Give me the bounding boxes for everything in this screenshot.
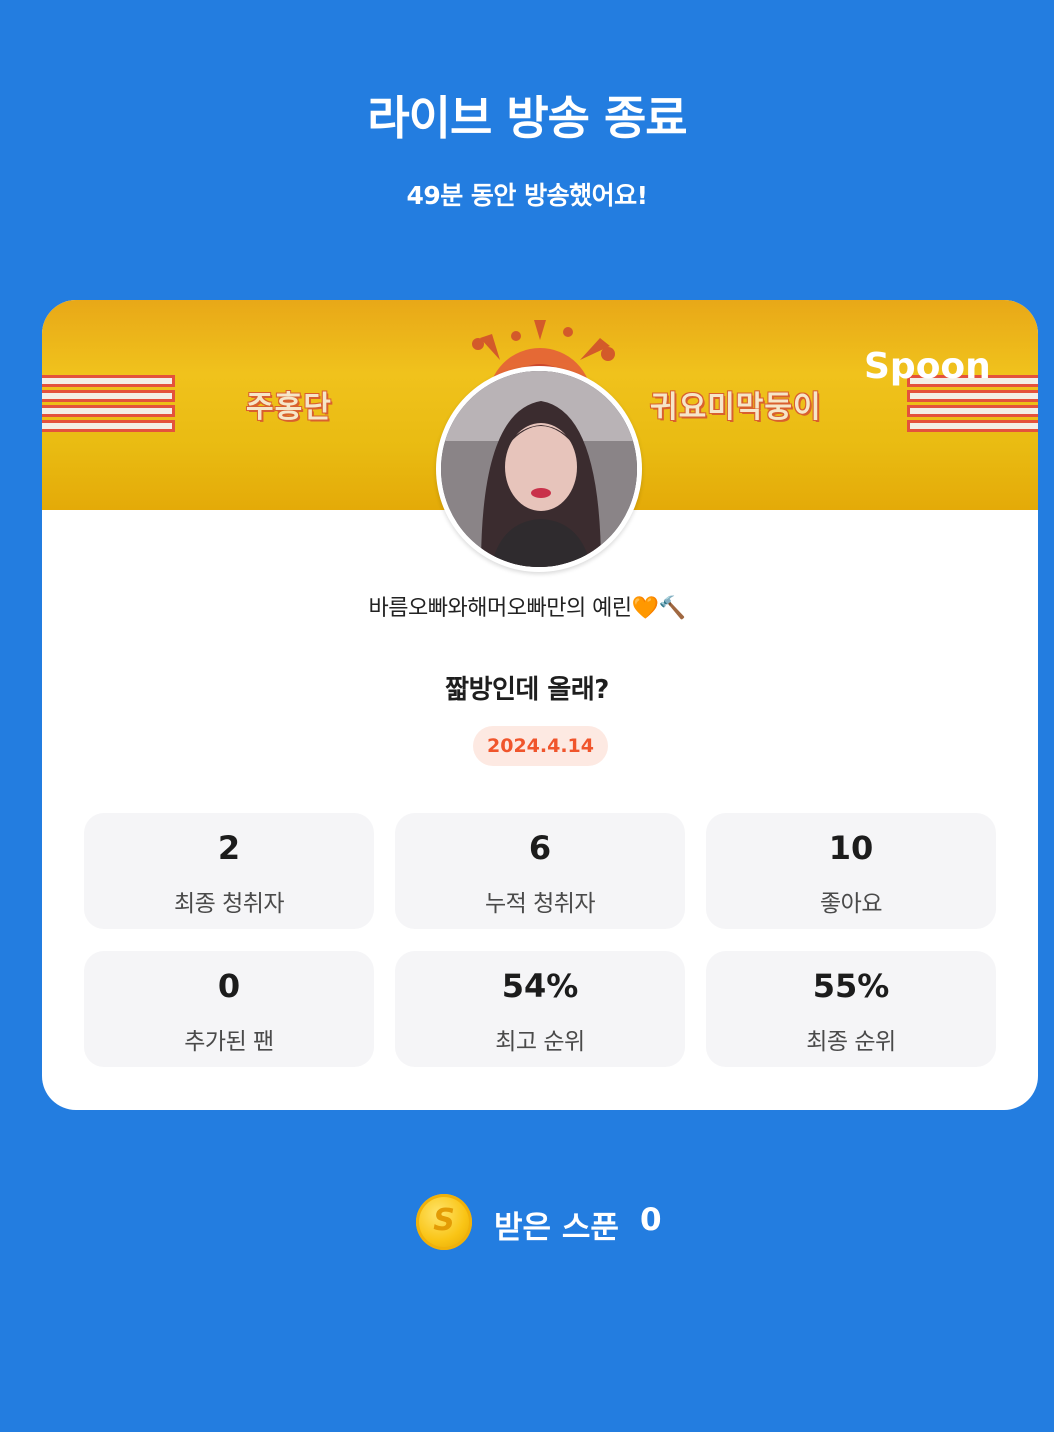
avatar-photo	[441, 371, 637, 567]
broadcast-title: 짧방인데 올래?	[445, 675, 609, 705]
date-badge: 2024.4.14	[473, 726, 608, 766]
stat-label: 최고 순위	[495, 1029, 585, 1055]
stat-final-listeners: 2 최종 청취자	[84, 813, 374, 929]
stat-value: 54%	[501, 967, 579, 1005]
avatar	[436, 366, 642, 572]
received-spoons-value: 0	[640, 1202, 662, 1238]
stat-likes: 10 좋아요	[706, 813, 996, 929]
stat-label: 누적 청취자	[484, 891, 596, 917]
stat-value: 10	[828, 829, 874, 867]
stat-value: 6	[528, 829, 552, 867]
stat-new-fans: 0 추가된 팬	[84, 951, 374, 1067]
person-silhouette-icon	[441, 371, 637, 567]
broadcast-end-screen: 라이브 방송 종료 49분 동안 방송했어요! 주홍단 귀요미막둥이 Spoon…	[0, 0, 1054, 1432]
stat-value: 55%	[812, 967, 890, 1005]
stat-label: 좋아요	[820, 891, 882, 917]
stat-label: 최종 청취자	[173, 891, 285, 917]
stat-total-listeners: 6 누적 청취자	[395, 813, 685, 929]
banner-text-left: 주홍단	[246, 390, 332, 425]
page-title: 라이브 방송 종료	[367, 91, 687, 145]
stat-label: 최종 순위	[806, 1029, 896, 1055]
banner-text-right: 귀요미막둥이	[650, 390, 822, 425]
stat-value: 0	[217, 967, 241, 1005]
spoon-logo: Spoon	[864, 346, 991, 387]
broadcast-duration: 49분 동안 방송했어요!	[406, 181, 648, 210]
coin-letter: S	[433, 1203, 455, 1238]
spoon-coin-icon: S	[416, 1194, 472, 1250]
host-nickname: 바름오빠와해머오빠만의 예린🧡🔨	[368, 596, 686, 621]
stat-label: 추가된 팬	[184, 1029, 274, 1055]
stat-best-rank: 54% 최고 순위	[395, 951, 685, 1067]
stat-final-rank: 55% 최종 순위	[706, 951, 996, 1067]
received-spoons-label: 받은 스푼	[494, 1210, 619, 1246]
stat-value: 2	[217, 829, 241, 867]
banner-stripes-left	[42, 378, 172, 434]
